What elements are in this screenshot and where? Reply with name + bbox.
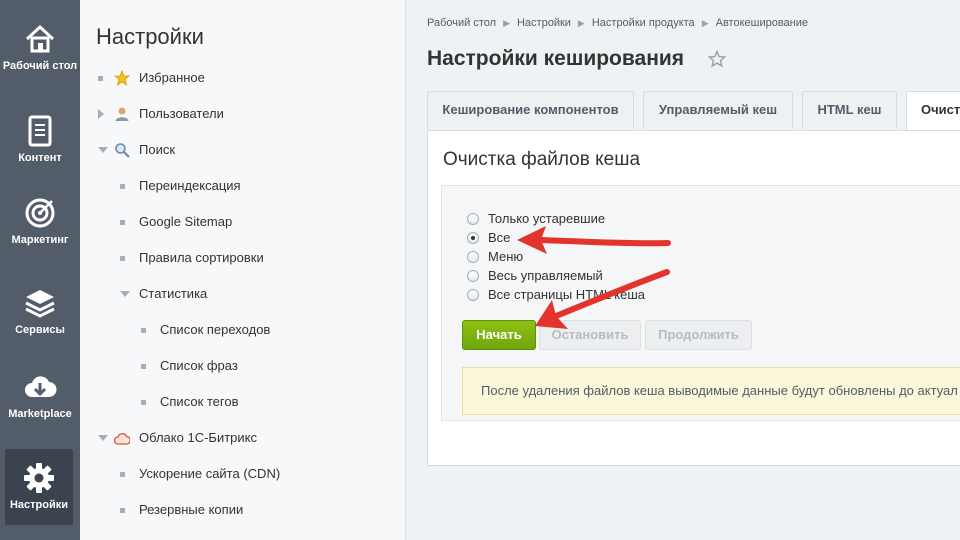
menu-item-label: Резервные копии xyxy=(139,502,244,517)
cloud-icon xyxy=(114,433,130,445)
menu-item-statistics[interactable]: Статистика xyxy=(120,284,390,304)
stop-button[interactable]: Остановить xyxy=(539,320,641,350)
rail-item-content[interactable]: Контент xyxy=(0,114,80,164)
document-icon xyxy=(28,115,52,147)
tab-managed-cache[interactable]: Управляемый кеш xyxy=(643,91,793,129)
menu-item-google-sitemap[interactable]: Google Sitemap xyxy=(120,212,390,232)
breadcrumb-item[interactable]: Автокеширование xyxy=(716,17,808,29)
chevron-right-icon[interactable] xyxy=(98,109,104,119)
tab-clear-cache[interactable]: Очист xyxy=(906,91,960,131)
radio-label: Все xyxy=(488,230,511,245)
tab-html-cache[interactable]: HTML кеш xyxy=(802,91,897,129)
menu-item-label: Список фраз xyxy=(160,358,238,373)
menu-item-users[interactable]: Пользователи xyxy=(98,104,398,124)
bullet-marker xyxy=(141,364,146,369)
menu-item-search[interactable]: Поиск xyxy=(98,140,398,160)
menu-item-bitrix-cloud[interactable]: Облако 1С-Битрикс xyxy=(98,428,398,448)
menu-item-label: Переиндексация xyxy=(139,178,241,193)
bullet-marker xyxy=(120,220,125,225)
chevron-down-icon[interactable] xyxy=(98,147,108,153)
menu-item-backups[interactable]: Резервные копии xyxy=(120,500,390,520)
menu-item-reindex[interactable]: Переиндексация xyxy=(120,176,390,196)
search-icon xyxy=(115,143,130,158)
menu-item-label: Ускорение сайта (CDN) xyxy=(139,466,281,481)
menu-item-favorites[interactable]: Избранное xyxy=(98,68,398,88)
menu-item-referrers[interactable]: Список переходов xyxy=(141,320,391,340)
target-icon xyxy=(25,198,55,228)
bullet-marker xyxy=(120,184,125,189)
continue-button[interactable]: Продолжить xyxy=(645,320,752,350)
breadcrumb-separator: ▶ xyxy=(701,18,709,28)
rail-item-marketing[interactable]: Маркетинг xyxy=(0,196,80,246)
star-icon xyxy=(114,70,130,86)
chevron-down-icon[interactable] xyxy=(120,291,130,297)
radio-label: Весь управляемый xyxy=(488,268,603,283)
bullet-marker xyxy=(98,76,103,81)
bullet-marker xyxy=(120,508,125,513)
menu-item-label: Облако 1С-Битрикс xyxy=(139,430,257,445)
radio-button[interactable] xyxy=(467,232,479,244)
menu-item-label: Избранное xyxy=(139,70,205,85)
rail-item-label: Контент xyxy=(18,152,62,164)
rail-item-desktop[interactable]: Рабочий стол xyxy=(0,22,80,72)
menu-item-label: Поиск xyxy=(139,142,176,157)
info-notice: После удаления файлов кеша выводимые дан… xyxy=(462,367,960,415)
favorite-star-icon[interactable] xyxy=(708,50,726,68)
rail-item-marketplace[interactable]: Marketplace xyxy=(0,370,80,420)
menu-item-label: Google Sitemap xyxy=(139,214,233,229)
bullet-marker xyxy=(120,472,125,477)
radio-button[interactable] xyxy=(467,251,479,263)
breadcrumb-item[interactable]: Настройки продукта xyxy=(592,17,695,29)
radio-button[interactable] xyxy=(467,270,479,282)
tab-component-cache[interactable]: Кеширование компонентов xyxy=(427,91,634,129)
breadcrumb-separator: ▶ xyxy=(503,18,510,28)
left-rail: Рабочий стол Контент Маркетинг Сервисы M… xyxy=(0,0,80,540)
gear-icon xyxy=(24,463,54,493)
rail-item-services[interactable]: Сервисы xyxy=(0,286,80,336)
main-content: Рабочий стол ▶ Настройки ▶ Настройки продукт… xyxy=(407,0,960,540)
radio-button[interactable] xyxy=(467,213,479,225)
radio-label: Все страницы HTML кеша xyxy=(488,287,646,302)
breadcrumb-item[interactable]: Рабочий стол xyxy=(427,17,496,29)
bullet-marker xyxy=(141,400,146,405)
menu-item-label: Список переходов xyxy=(160,322,271,337)
menu-item-label: Правила сортировки xyxy=(139,250,264,265)
rail-item-label: Marketplace xyxy=(8,408,72,420)
layers-icon xyxy=(25,290,55,318)
radio-label: Меню xyxy=(488,249,524,264)
menu-item-label: Список тегов xyxy=(160,394,239,409)
settings-menu: Настройки Избранное Пользователи Поиск П… xyxy=(80,0,406,540)
menu-item-cdn[interactable]: Ускорение сайта (CDN) xyxy=(120,464,390,484)
menu-item-sort-rules[interactable]: Правила сортировки xyxy=(120,248,390,268)
start-button[interactable]: Начать xyxy=(462,320,536,350)
cache-clear-panel: Очистка файлов кеша Только устаревшие Вс… xyxy=(427,130,960,466)
page-title: Настройки кеширования xyxy=(427,47,685,70)
menu-item-label: Статистика xyxy=(139,286,208,301)
menu-title: Настройки xyxy=(96,24,204,49)
menu-item-tags[interactable]: Список тегов xyxy=(141,392,391,412)
options-box: Только устаревшие Все Меню Весь управляе… xyxy=(441,185,960,421)
menu-item-phrases[interactable]: Список фраз xyxy=(141,356,391,376)
radio-label: Только устаревшие xyxy=(488,211,606,226)
rail-item-label: Маркетинг xyxy=(11,234,69,246)
home-icon xyxy=(25,24,55,53)
breadcrumb-item[interactable]: Настройки xyxy=(517,17,571,29)
menu-item-label: Пользователи xyxy=(139,106,224,121)
bullet-marker xyxy=(120,256,125,261)
cloud-download-icon xyxy=(25,376,57,397)
breadcrumb: Рабочий стол ▶ Настройки ▶ Настройки продукт… xyxy=(427,17,808,29)
bullet-marker xyxy=(141,328,146,333)
radio-button[interactable] xyxy=(467,289,479,301)
user-icon xyxy=(115,107,129,121)
rail-item-settings[interactable]: Настройки xyxy=(5,449,73,525)
chevron-down-icon[interactable] xyxy=(98,435,108,441)
rail-item-label: Рабочий стол xyxy=(2,60,78,72)
rail-item-label: Настройки xyxy=(9,499,69,511)
breadcrumb-separator: ▶ xyxy=(577,18,585,28)
rail-item-label: Сервисы xyxy=(15,324,65,336)
panel-title: Очистка файлов кеша xyxy=(443,149,641,170)
